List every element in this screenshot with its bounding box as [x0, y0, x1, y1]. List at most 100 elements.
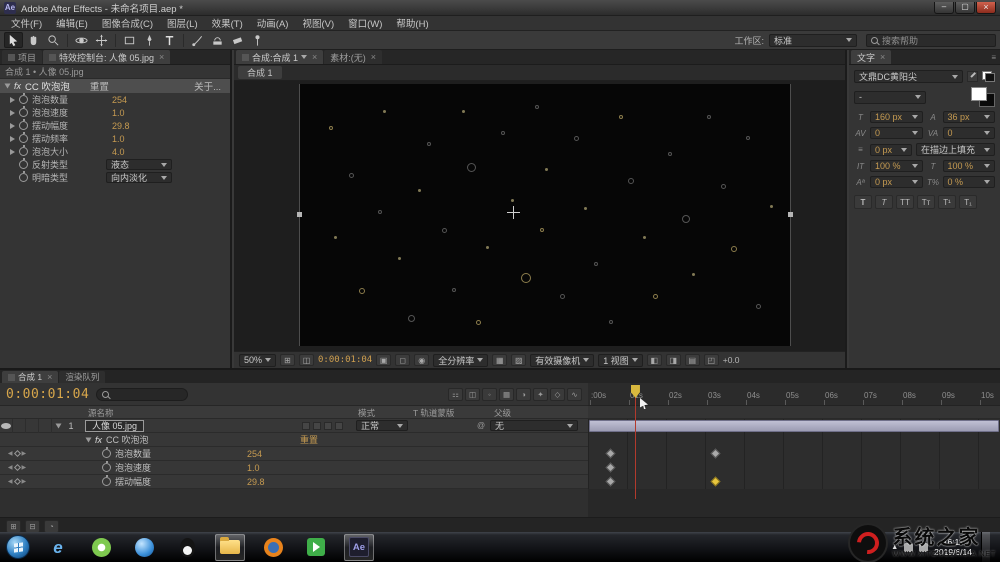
- effect-reset-link[interactable]: 重置: [300, 433, 318, 446]
- twirl-icon[interactable]: [56, 423, 62, 428]
- column-source-name[interactable]: 源名称: [88, 407, 114, 419]
- stopwatch-icon[interactable]: [102, 477, 111, 486]
- keyframe-icon[interactable]: [605, 463, 615, 473]
- menu-item[interactable]: 文件(F): [4, 16, 49, 30]
- faux-bold-button[interactable]: T: [854, 195, 872, 209]
- tracking-dropdown[interactable]: 0: [943, 127, 996, 139]
- color-swatch-icon[interactable]: [982, 71, 995, 82]
- menu-item[interactable]: 动画(A): [250, 16, 296, 30]
- property-value[interactable]: 254: [247, 449, 262, 459]
- font-style-dropdown[interactable]: -: [854, 91, 926, 104]
- add-keyframe-icon[interactable]: [13, 450, 20, 457]
- blend-mode-dropdown[interactable]: 正常: [356, 420, 408, 431]
- chevron-down-icon[interactable]: [301, 55, 307, 59]
- zoom-time-icon[interactable]: ◔: [44, 520, 59, 533]
- comp-viewport[interactable]: [299, 84, 791, 346]
- menu-item[interactable]: 效果(T): [205, 16, 250, 30]
- expand-layers-icon[interactable]: ⊞: [6, 520, 21, 533]
- type-tool[interactable]: [160, 32, 179, 48]
- collapse-switch-icon[interactable]: [313, 422, 321, 430]
- next-keyframe-icon[interactable]: ▶: [22, 478, 27, 485]
- layer-name[interactable]: 人像 05.jpg: [85, 420, 144, 432]
- menu-item[interactable]: 图层(L): [160, 16, 205, 30]
- keyframe-icon[interactable]: [605, 449, 615, 459]
- close-icon[interactable]: ×: [159, 52, 164, 62]
- close-button[interactable]: [976, 2, 996, 14]
- stroke-width-dropdown[interactable]: 0 px: [870, 144, 912, 156]
- twirl-icon[interactable]: [10, 97, 15, 103]
- tab-project[interactable]: 项目: [2, 50, 42, 64]
- keyframe-icon[interactable]: [710, 477, 720, 487]
- param-value[interactable]: 1.0: [112, 134, 125, 144]
- puppet-pin-tool[interactable]: [248, 32, 267, 48]
- prev-keyframe-icon[interactable]: ◀: [8, 464, 13, 471]
- taskbar-explorer-button[interactable]: [215, 534, 245, 561]
- visibility-cell[interactable]: [0, 419, 13, 433]
- clone-stamp-tool[interactable]: [208, 32, 227, 48]
- zoom-dropdown[interactable]: 50%: [239, 354, 276, 367]
- column-mode[interactable]: 模式: [358, 407, 375, 419]
- current-time-indicator[interactable]: [635, 385, 636, 499]
- draft-3d-icon[interactable]: ◫: [465, 388, 480, 401]
- effect-switch-icon[interactable]: [335, 422, 343, 430]
- menu-item[interactable]: 视图(V): [295, 16, 341, 30]
- column-track-matte[interactable]: T 轨道蒙版: [413, 407, 454, 419]
- all-caps-button[interactable]: TT: [896, 195, 914, 209]
- layer-row[interactable]: 1 人像 05.jpg 正常 @ 无: [0, 419, 588, 433]
- hide-shy-icon[interactable]: ◦: [482, 388, 497, 401]
- graph-editor-icon[interactable]: ∿: [567, 388, 582, 401]
- pixel-aspect-icon[interactable]: ◧: [647, 354, 662, 366]
- keyframe-icon[interactable]: [605, 477, 615, 487]
- stopwatch-icon[interactable]: [102, 463, 111, 472]
- keyframe-track[interactable]: [588, 475, 1000, 489]
- stopwatch-icon[interactable]: [19, 173, 28, 182]
- keyframe-icon[interactable]: [710, 449, 720, 459]
- view-layout-dropdown[interactable]: 1 视图: [598, 354, 643, 367]
- effect-row[interactable]: fx CC 吹泡泡 重置: [0, 433, 588, 447]
- next-keyframe-icon[interactable]: ▶: [22, 450, 27, 457]
- close-icon[interactable]: ×: [880, 52, 885, 62]
- mask-visibility-icon[interactable]: ◫: [299, 354, 314, 366]
- tab-effect-controls[interactable]: 特效控制台: 人像 05.jpg×: [43, 50, 170, 64]
- orbit-camera-tool[interactable]: [72, 32, 91, 48]
- font-size-dropdown[interactable]: 160 px: [870, 111, 923, 123]
- frame-blend-icon[interactable]: ▦: [499, 388, 514, 401]
- timeline-jump-icon[interactable]: ▤: [685, 354, 700, 366]
- tsume-dropdown[interactable]: 0 %: [943, 176, 996, 188]
- close-icon[interactable]: ×: [312, 52, 317, 62]
- tab-composition[interactable]: 合成:合成 1×: [236, 50, 323, 64]
- twirl-icon[interactable]: [86, 437, 92, 442]
- fill-stroke-mode-dropdown[interactable]: 在描边上填充: [916, 143, 995, 156]
- title-bar[interactable]: Ae Adobe After Effects - 未命名项目.aep *: [0, 0, 1000, 16]
- workspace-dropdown[interactable]: 标准: [769, 34, 857, 47]
- effect-about-link[interactable]: 关于...: [194, 79, 225, 93]
- mask-shape-tool[interactable]: [120, 32, 139, 48]
- stopwatch-icon[interactable]: [19, 121, 28, 130]
- taskbar-after-effects-button[interactable]: Ae: [344, 534, 374, 561]
- transparency-grid-icon[interactable]: ▨: [511, 354, 526, 366]
- kerning-dropdown[interactable]: 0: [870, 127, 923, 139]
- taskbar-green-app-button[interactable]: [301, 534, 331, 561]
- stopwatch-icon[interactable]: [19, 134, 28, 143]
- help-search-input[interactable]: 搜索帮助: [866, 34, 996, 47]
- add-keyframe-icon[interactable]: [13, 478, 20, 485]
- eyedropper-icon[interactable]: [967, 71, 978, 82]
- zoom-tool[interactable]: [44, 32, 63, 48]
- resolution-dropdown[interactable]: 全分辨率: [433, 354, 488, 367]
- param-value[interactable]: 4.0: [112, 147, 125, 157]
- stopwatch-icon[interactable]: [19, 147, 28, 156]
- prev-keyframe-icon[interactable]: ◀: [8, 478, 13, 485]
- toggle-switches-icon[interactable]: ⊟: [25, 520, 40, 533]
- audio-cell[interactable]: [13, 419, 26, 433]
- keyframe-navigator[interactable]: ◀▶: [2, 464, 32, 471]
- next-keyframe-icon[interactable]: ▶: [22, 464, 27, 471]
- comp-mini-flowchart-icon[interactable]: ⚏: [448, 388, 463, 401]
- timeline-property-row[interactable]: ◀▶摆动幅度29.8: [0, 475, 588, 489]
- selection-tool[interactable]: [4, 32, 23, 48]
- work-area-bar[interactable]: [588, 406, 1000, 419]
- twirl-icon[interactable]: [10, 149, 15, 155]
- stopwatch-icon[interactable]: [19, 160, 28, 169]
- shy-switch-icon[interactable]: [302, 422, 310, 430]
- menu-item[interactable]: 图像合成(C): [95, 16, 160, 30]
- stopwatch-icon[interactable]: [19, 108, 28, 117]
